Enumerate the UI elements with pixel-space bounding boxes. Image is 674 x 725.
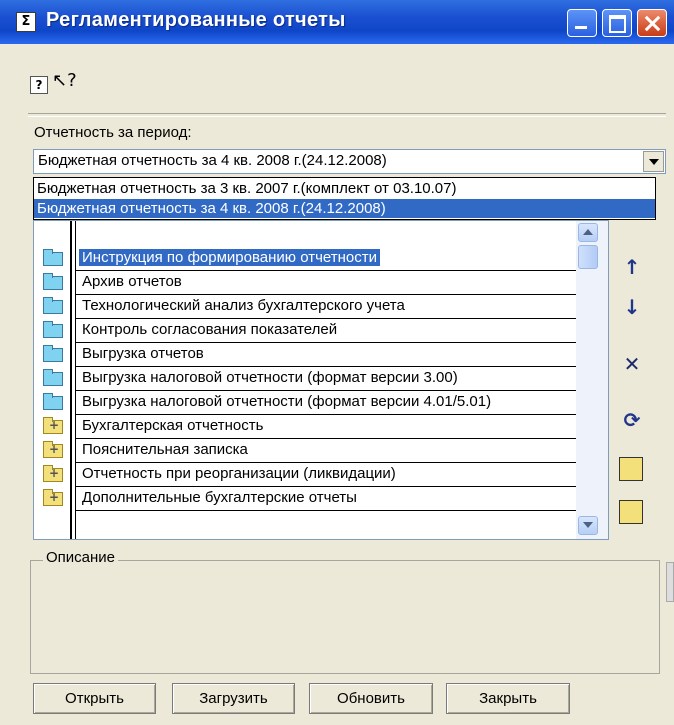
folder-icon (43, 249, 63, 266)
folder-group-icon[interactable] (43, 441, 63, 458)
open-button[interactable]: Открыть (33, 683, 156, 714)
import-icon[interactable] (619, 457, 643, 481)
period-option-selected[interactable]: Бюджетная отчетность за 4 кв. 2008 г.(24… (34, 199, 655, 218)
export-icon[interactable] (619, 500, 643, 524)
tree-row-label: Технологический анализ бухгалтерского уч… (82, 297, 405, 314)
tree-scrollbar[interactable] (576, 221, 608, 539)
window-title: Регламентированные отчеты (46, 9, 346, 31)
chevron-down-icon[interactable] (643, 151, 664, 172)
tree-row-label: Контроль согласования показателей (82, 321, 338, 338)
tree-row-label: Выгрузка отчетов (82, 345, 204, 362)
tree-row[interactable]: Инструкция по формированию отчетности (34, 247, 576, 271)
refresh-button[interactable]: Обновить (309, 683, 433, 714)
description-label: Описание (43, 549, 119, 566)
toolbar: ? ↖? (0, 44, 674, 108)
tree-row[interactable]: Выгрузка налоговой отчетности (формат ве… (34, 391, 576, 415)
tree-row-label: Выгрузка налоговой отчетности (формат ве… (82, 369, 458, 386)
folder-group-icon[interactable] (43, 489, 63, 506)
tree-row-label: Отчетность при реорганизации (ликвидации… (82, 465, 396, 482)
minimize-button[interactable] (567, 9, 597, 37)
report-tree: Инструкция по формированию отчетности Ар… (33, 220, 609, 540)
folder-icon (43, 393, 63, 410)
scroll-down-icon[interactable] (578, 516, 598, 535)
folder-group-icon[interactable] (43, 417, 63, 434)
resize-handle[interactable] (666, 562, 674, 602)
app-icon: Σ (16, 12, 36, 32)
move-up-button[interactable]: ↑ (619, 255, 645, 279)
toolbar-divider (28, 113, 666, 117)
folder-icon (43, 297, 63, 314)
load-button[interactable]: Загрузить (172, 683, 295, 714)
title-bar[interactable]: Σ Регламентированные отчеты (0, 0, 674, 44)
whats-this-icon[interactable]: ↖? (52, 70, 77, 91)
tree-row-label: Инструкция по формированию отчетности (79, 249, 380, 266)
maximize-button[interactable] (602, 9, 632, 37)
period-selected-value: Бюджетная отчетность за 4 кв. 2008 г.(24… (38, 152, 387, 169)
period-select[interactable]: Бюджетная отчетность за 4 кв. 2008 г.(24… (33, 149, 666, 174)
tree-row[interactable]: Архив отчетов (34, 271, 576, 295)
tree-row[interactable]: Выгрузка налоговой отчетности (формат ве… (34, 367, 576, 391)
folder-icon (43, 321, 63, 338)
move-down-button[interactable]: ↓ (619, 295, 645, 319)
delete-button[interactable]: ✕ (619, 352, 645, 376)
period-option[interactable]: Бюджетная отчетность за 3 кв. 2007 г.(ко… (34, 179, 655, 198)
folder-icon (43, 345, 63, 362)
folder-icon (43, 369, 63, 386)
tree-row-label: Бухгалтерская отчетность (82, 417, 264, 434)
tree-row[interactable]: Дополнительные бухгалтерские отчеты (34, 487, 576, 511)
tree-row-label: Выгрузка налоговой отчетности (формат ве… (82, 393, 492, 410)
refresh-tree-button[interactable]: ⟳ (619, 408, 645, 432)
close-button[interactable]: Закрыть (446, 683, 570, 714)
tree-row[interactable]: Технологический анализ бухгалтерского уч… (34, 295, 576, 319)
tree-row-label: Дополнительные бухгалтерские отчеты (82, 489, 357, 506)
folder-group-icon[interactable] (43, 465, 63, 482)
report-window: Σ Регламентированные отчеты ? ↖? Отчетно… (0, 0, 674, 725)
help-icon[interactable]: ? (30, 76, 48, 94)
folder-icon (43, 273, 63, 290)
tree-row[interactable]: Бухгалтерская отчетность (34, 415, 576, 439)
scroll-thumb[interactable] (578, 245, 598, 269)
tree-row[interactable]: Пояснительная записка (34, 439, 576, 463)
tree-row[interactable]: Контроль согласования показателей (34, 319, 576, 343)
description-group: Описание (30, 549, 660, 674)
tree-row[interactable]: Выгрузка отчетов (34, 343, 576, 367)
tree-row-label: Пояснительная записка (82, 441, 248, 458)
period-dropdown-list: Бюджетная отчетность за 3 кв. 2007 г.(ко… (33, 177, 656, 220)
tree-row-label: Архив отчетов (82, 273, 182, 290)
period-label: Отчетность за период: (34, 124, 192, 141)
close-window-button[interactable] (637, 9, 667, 37)
tree-row[interactable]: Отчетность при реорганизации (ликвидации… (34, 463, 576, 487)
scroll-up-icon[interactable] (578, 223, 598, 242)
